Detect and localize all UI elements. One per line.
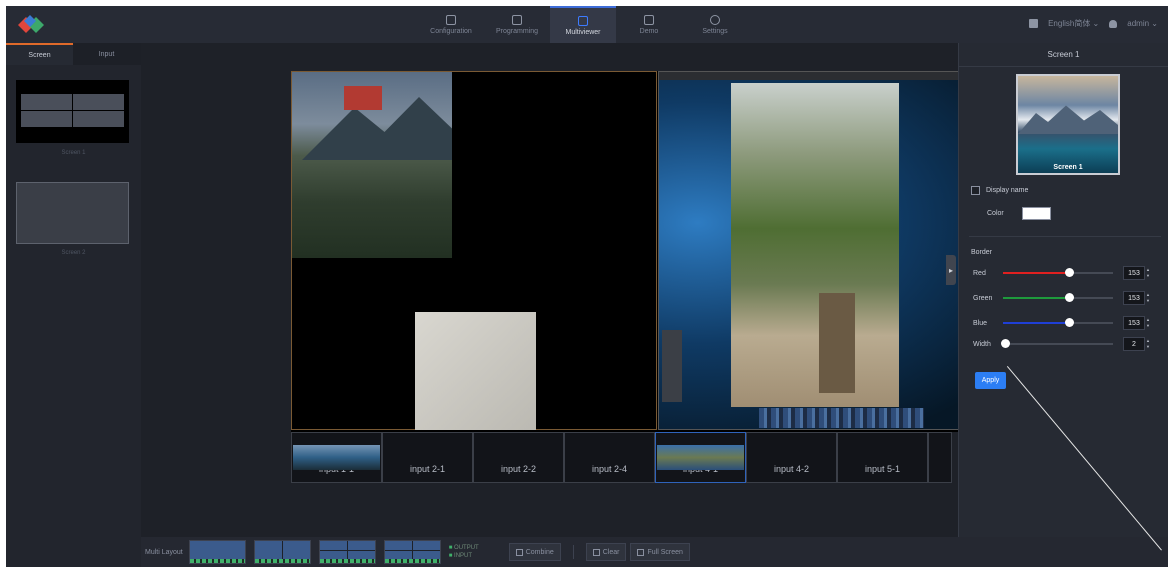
slider-knob[interactable] [1001,339,1010,348]
blue-value-input[interactable]: 153 [1123,316,1145,330]
left-panel: Screen Input Screen 1 Screen 2 [6,43,141,567]
display-name-label: Display name [986,187,1029,194]
legend-output: OUTPUT [449,544,479,552]
input-source[interactable]: input 5-1 [837,432,928,483]
color-picker[interactable] [1021,207,1051,220]
input-source[interactable]: input 4-1 [655,432,746,483]
red-slider[interactable] [1003,268,1113,277]
demo-icon [644,14,654,25]
width-value-input[interactable]: 2 [1123,337,1145,351]
display-name-row: Display name [971,186,1028,195]
input-label: input 4-2 [773,464,810,474]
preview-caption: Screen 1 [1053,164,1083,171]
slider-green: Green 153 ▲ ▼ [973,291,1163,305]
top-bar: Configuration Programming Multiviewer De… [6,6,1168,43]
screen-thumbnail-caption: Screen 2 [61,250,86,256]
fullscreen-icon [637,548,645,556]
nav-multiviewer[interactable]: Multiviewer [550,6,616,43]
color-label: Color [987,210,1004,217]
input-source[interactable]: input 1-1 [291,432,382,483]
multi-layout-label: Multi Layout [145,548,183,556]
spinner-icon[interactable]: ▲ ▼ [1146,337,1153,351]
layout-option-4[interactable] [383,540,441,564]
save-icon[interactable] [1029,19,1039,28]
layout-option-3[interactable] [318,540,376,564]
input-label: input 2-1 [409,464,446,474]
trash-icon [592,548,600,556]
screen-layout [291,71,1046,432]
display-name-checkbox[interactable] [971,186,980,195]
input-source[interactable]: input 2-1 [382,432,473,483]
window-document[interactable] [415,312,536,430]
color-row: Color [987,207,1051,220]
nav-label: Settings [702,27,728,35]
layout-option-1[interactable] [188,540,246,564]
top-right-controls: English简体 ⌄ admin ⌄ [1029,18,1158,29]
nav-label: Multiviewer [565,28,601,36]
spinner-icon[interactable]: ▲ ▼ [1146,291,1153,305]
apply-button[interactable]: Apply [975,372,1006,389]
screen-thumbnail-1[interactable] [16,80,129,143]
tab-input[interactable]: Input [73,43,140,65]
red-value-input[interactable]: 153 [1123,266,1145,280]
screen-thumbnail-2[interactable] [16,182,129,244]
panel-title: Screen 1 [959,43,1168,67]
input-label: input 5-1 [864,464,901,474]
blue-slider[interactable] [1003,318,1113,327]
gear-icon [710,14,720,25]
green-value-input[interactable]: 153 [1123,291,1145,305]
nav-demo[interactable]: Demo [616,6,682,43]
multiviewer-icon [578,15,588,26]
layout-legend: OUTPUT INPUT [449,544,479,560]
clear-button[interactable]: Clear [585,543,627,561]
window-mountain-town[interactable] [292,72,452,258]
screen-properties-panel: Screen 1 Screen 1 Display name Color Bor… [958,43,1168,537]
nav-label: Demo [639,27,659,35]
spinner-icon[interactable]: ▲ ▼ [1146,316,1153,330]
bottom-toolbar: Multi Layout OUTPUT INPUT Combine Clear … [141,537,1168,567]
collapse-panel-arrow-icon[interactable]: ▸ [946,255,956,285]
input-source[interactable]: input 4-2 [746,432,837,483]
combine-icon [515,548,523,556]
main-nav: Configuration Programming Multiviewer De… [418,6,748,43]
nav-settings[interactable]: Settings [682,6,748,43]
programming-icon [512,14,522,25]
slider-knob[interactable] [1065,268,1074,277]
nav-programming[interactable]: Programming [484,6,550,43]
slider-knob[interactable] [1065,293,1074,302]
window-tree-photo[interactable] [731,83,899,407]
tab-screen[interactable]: Screen [6,43,73,65]
multiviewer-canvas: ▸ input 1-1 input 2-1 input 2-2 input 2-… [141,43,1046,537]
user-menu[interactable]: admin ⌄ [1127,19,1158,28]
input-label: input 2-2 [500,464,537,474]
fullscreen-button[interactable]: Full Screen [630,543,690,561]
user-icon [1109,19,1118,28]
legend-input: INPUT [449,552,479,560]
input-strip: input 1-1 input 2-1 input 2-2 input 2-4 … [291,432,952,483]
screen-thumbnail-caption: Screen 1 [61,150,86,156]
input-label: input 2-4 [591,464,628,474]
green-slider[interactable] [1003,293,1113,302]
combine-button[interactable]: Combine [508,543,561,561]
nav-configuration[interactable]: Configuration [418,6,484,43]
slider-width: Width 2 ▲ ▼ [973,337,1163,351]
nav-label: Configuration [430,27,472,35]
border-label: Border [971,249,993,256]
slider-knob[interactable] [1065,318,1074,327]
input-source[interactable]: input 2-2 [473,432,564,483]
slider-blue: Blue 153 ▲ ▼ [973,316,1163,330]
input-source[interactable] [928,432,952,483]
app-logo-icon [18,15,44,33]
nav-label: Programming [495,27,538,35]
configuration-icon [446,14,456,25]
language-select[interactable]: English简体 ⌄ [1048,18,1099,29]
layout-option-2[interactable] [253,540,311,564]
spinner-icon[interactable]: ▲ ▼ [1146,266,1153,280]
screen-area-left[interactable] [291,71,657,430]
input-source[interactable]: input 2-4 [564,432,655,483]
left-tabs: Screen Input [6,43,141,65]
screen-preview-image: Screen 1 [1016,74,1120,175]
slider-red: Red 153 ▲ ▼ [973,266,1163,280]
width-slider[interactable] [1001,339,1113,348]
